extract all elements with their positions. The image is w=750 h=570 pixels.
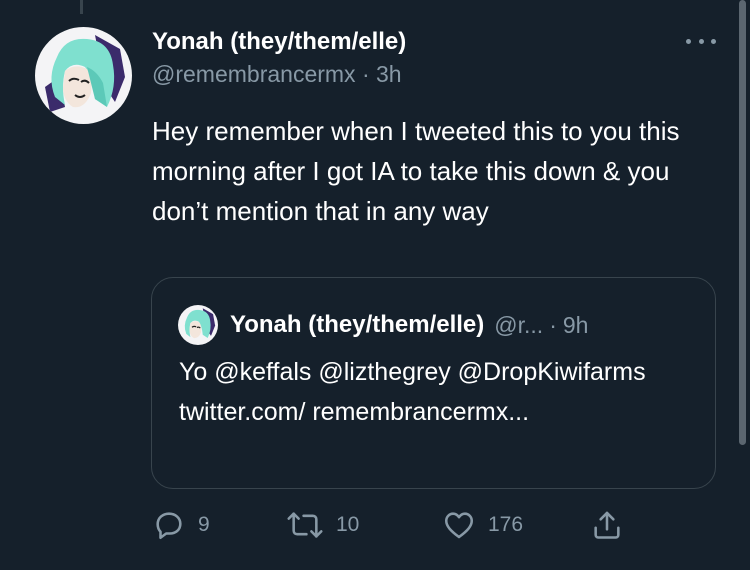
more-icon[interactable] <box>686 36 716 46</box>
quoted-tweet-timestamp: 9h <box>562 311 589 338</box>
vertical-scrollbar[interactable] <box>739 0 746 445</box>
retweet-button[interactable]: 10 <box>286 505 359 545</box>
author-avatar[interactable] <box>35 27 132 124</box>
tweet-header: Yonah (they/them/elle) @remembrancermx ·… <box>152 26 720 90</box>
quoted-author-display-name: Yonah (they/them/elle) <box>230 311 485 338</box>
reply-count: 9 <box>198 513 210 536</box>
quoted-avatar-illustration <box>178 305 218 345</box>
thread-connector-line <box>80 0 83 14</box>
author-handle[interactable]: @remembrancermx <box>152 61 356 87</box>
quoted-author-avatar <box>178 305 218 345</box>
retweet-icon <box>287 512 323 538</box>
tweet-body-text: Hey remember when I tweeted this to you … <box>152 116 680 226</box>
heart-icon <box>444 512 474 539</box>
quoted-tweet-header: Yonah (they/them/elle) @r... · 9h <box>178 305 588 345</box>
tweet-timestamp[interactable]: 3h <box>376 61 402 87</box>
quoted-author-handle: @r... <box>494 311 544 338</box>
author-display-name[interactable]: Yonah (they/them/elle) <box>152 26 720 58</box>
like-count: 176 <box>488 513 524 536</box>
author-handle-row: @remembrancermx · 3h <box>152 58 720 90</box>
avatar-illustration <box>35 27 132 124</box>
share-button[interactable] <box>590 505 624 545</box>
like-button[interactable]: 176 <box>442 505 523 545</box>
retweet-count: 10 <box>336 513 360 536</box>
quoted-meta-separator: · <box>549 311 557 338</box>
quoted-tweet-text: Yo @keffals @lizthegrey @DropKiwifarms t… <box>179 358 646 426</box>
reply-icon <box>156 512 182 540</box>
quoted-tweet-card[interactable]: Yonah (they/them/elle) @r... · 9h Yo @ke… <box>151 277 716 489</box>
share-icon <box>594 511 620 539</box>
meta-separator: · <box>361 61 370 87</box>
reply-button[interactable]: 9 <box>152 505 210 545</box>
